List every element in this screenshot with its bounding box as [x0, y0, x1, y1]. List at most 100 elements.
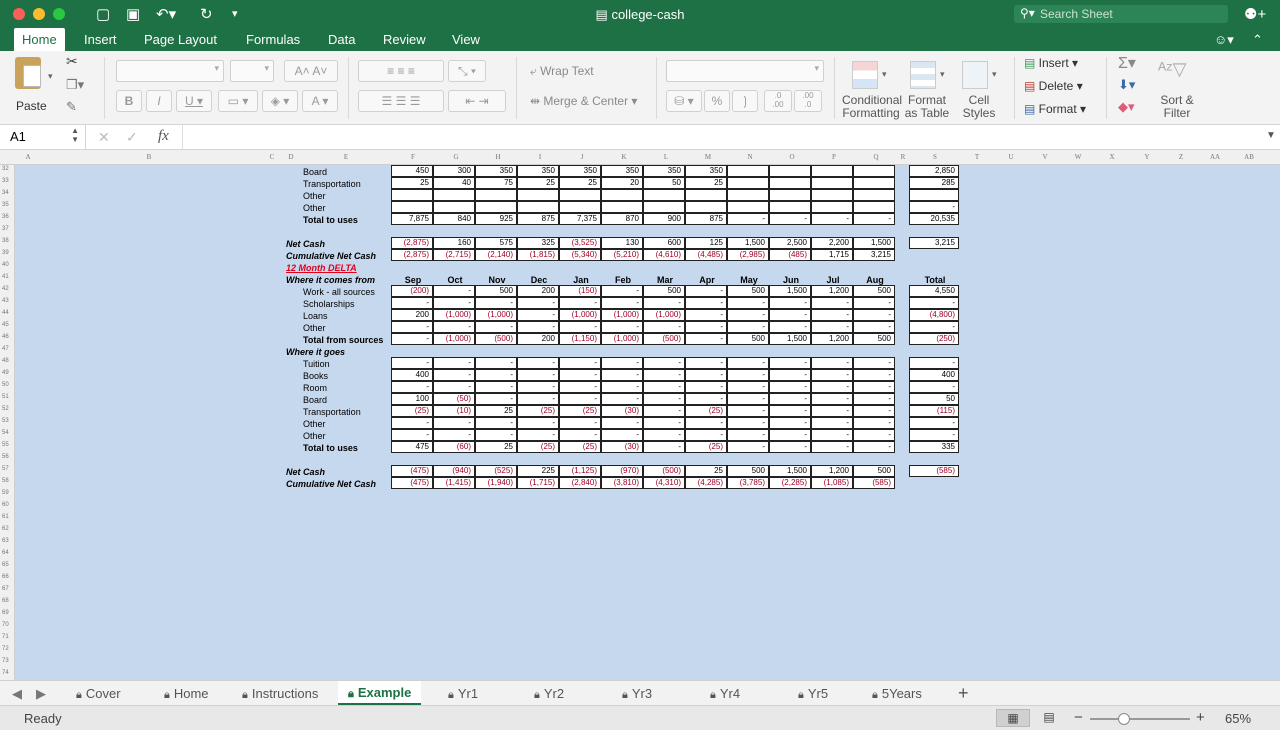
row-header-49[interactable]: 49	[2, 370, 9, 376]
data-cell[interactable]: -	[559, 381, 601, 393]
data-cell[interactable]: 130	[601, 237, 643, 249]
data-cell[interactable]: -	[517, 393, 559, 405]
data-cell[interactable]: -	[811, 405, 853, 417]
borders-button[interactable]: ▭ ▾	[218, 90, 258, 112]
data-cell[interactable]: -	[517, 357, 559, 369]
data-cell[interactable]: -	[769, 297, 811, 309]
smiley-feedback-icon[interactable]: ☺▾	[1214, 32, 1234, 48]
tab-home[interactable]: Home	[14, 28, 65, 51]
data-cell[interactable]: 200	[391, 309, 433, 321]
data-cell[interactable]: 160	[433, 237, 475, 249]
data-cell[interactable]: (1,000)	[601, 309, 643, 321]
data-cell[interactable]: 350	[517, 165, 559, 177]
column-header-h[interactable]: H	[495, 153, 500, 161]
format-cells-button[interactable]: ▤ Format ▾	[1024, 102, 1086, 116]
column-header-f[interactable]: F	[411, 153, 415, 161]
data-cell[interactable]: 25	[475, 405, 517, 417]
data-cell[interactable]	[811, 201, 853, 213]
data-cell[interactable]: -	[517, 309, 559, 321]
data-cell[interactable]: -	[853, 405, 895, 417]
row-header-58[interactable]: 58	[2, 478, 9, 484]
data-cell[interactable]: -	[517, 321, 559, 333]
zoom-in-button[interactable]: +	[1196, 709, 1205, 726]
data-cell[interactable]: -	[433, 357, 475, 369]
data-cell[interactable]: -	[391, 429, 433, 441]
data-cell[interactable]: -	[643, 297, 685, 309]
name-box[interactable]: A1 ▲ ▼	[0, 125, 86, 149]
column-header-c[interactable]: C	[270, 153, 275, 161]
bold-button[interactable]: B	[116, 90, 142, 112]
data-cell[interactable]: -	[853, 213, 895, 225]
data-cell[interactable]: 225	[517, 465, 559, 477]
data-cell[interactable]: (1,125)	[559, 465, 601, 477]
data-cell[interactable]: -	[601, 381, 643, 393]
row-header-39[interactable]: 39	[2, 250, 9, 256]
data-cell[interactable]: (475)	[391, 477, 433, 489]
data-cell[interactable]	[685, 201, 727, 213]
font-size-select[interactable]: ▾	[230, 60, 274, 82]
data-cell[interactable]: 500	[853, 285, 895, 297]
data-cell[interactable]: -	[559, 297, 601, 309]
data-cell[interactable]: 400	[391, 369, 433, 381]
data-cell[interactable]: 2,500	[769, 237, 811, 249]
total-cell[interactable]: 400	[909, 369, 959, 381]
sheet-tab-5years[interactable]: 🔒︎ 5Years	[872, 686, 922, 702]
data-cell[interactable]	[727, 177, 769, 189]
data-cell[interactable]: -	[643, 429, 685, 441]
data-cell[interactable]: 500	[727, 465, 769, 477]
data-cell[interactable]: (2,140)	[475, 249, 517, 261]
row-header-50[interactable]: 50	[2, 382, 9, 388]
zoom-slider-thumb[interactable]	[1118, 713, 1130, 725]
column-header-j[interactable]: J	[581, 153, 584, 161]
data-cell[interactable]	[433, 189, 475, 201]
data-cell[interactable]: -	[475, 393, 517, 405]
data-cell[interactable]: -	[643, 321, 685, 333]
row-header-41[interactable]: 41	[2, 274, 9, 280]
underline-button[interactable]: U ▾	[176, 90, 212, 112]
data-cell[interactable]: (500)	[643, 333, 685, 345]
next-sheet-icon[interactable]: ▶	[36, 686, 46, 702]
delete-cells-button[interactable]: ▤ Delete ▾	[1024, 79, 1083, 93]
data-cell[interactable]: -	[601, 285, 643, 297]
fill-color-button[interactable]: ◈ ▾	[262, 90, 298, 112]
row-header-48[interactable]: 48	[2, 358, 9, 364]
data-cell[interactable]: -	[601, 393, 643, 405]
data-cell[interactable]: -	[853, 381, 895, 393]
data-cell[interactable]: -	[811, 429, 853, 441]
row-header-67[interactable]: 67	[2, 586, 9, 592]
data-cell[interactable]: -	[475, 369, 517, 381]
row-header-34[interactable]: 34	[2, 190, 9, 196]
copy-icon[interactable]: ❐▾	[66, 77, 84, 93]
font-color-button[interactable]: A ▾	[302, 90, 338, 112]
row-header-72[interactable]: 72	[2, 646, 9, 652]
data-cell[interactable]: -	[391, 297, 433, 309]
data-cell[interactable]: -	[853, 429, 895, 441]
column-header-i[interactable]: I	[539, 153, 541, 161]
column-header-k[interactable]: K	[621, 153, 626, 161]
row-header-70[interactable]: 70	[2, 622, 9, 628]
data-cell[interactable]: (25)	[685, 405, 727, 417]
row-header-64[interactable]: 64	[2, 550, 9, 556]
data-cell[interactable]: 500	[853, 333, 895, 345]
data-cell[interactable]: (25)	[517, 405, 559, 417]
total-cell[interactable]: 20,535	[909, 213, 959, 225]
column-header-w[interactable]: W	[1075, 153, 1082, 161]
prev-sheet-icon[interactable]: ◀	[12, 686, 22, 702]
total-cell[interactable]: (4,800)	[909, 309, 959, 321]
tab-data[interactable]: Data	[328, 32, 355, 47]
data-cell[interactable]: -	[433, 429, 475, 441]
row-header-37[interactable]: 37	[2, 226, 9, 232]
add-sheet-button[interactable]: +	[958, 683, 969, 704]
tab-insert[interactable]: Insert	[84, 32, 117, 47]
autosum-icon[interactable]: Σ▾	[1118, 53, 1136, 73]
data-cell[interactable]: 20	[601, 177, 643, 189]
data-cell[interactable]: -	[559, 369, 601, 381]
data-cell[interactable]: (25)	[559, 405, 601, 417]
data-cell[interactable]: 875	[685, 213, 727, 225]
data-cell[interactable]: -	[769, 357, 811, 369]
data-cell[interactable]: (1,815)	[517, 249, 559, 261]
data-cell[interactable]: -	[727, 429, 769, 441]
tab-page-layout[interactable]: Page Layout	[144, 32, 217, 47]
data-cell[interactable]	[559, 189, 601, 201]
data-cell[interactable]	[685, 189, 727, 201]
